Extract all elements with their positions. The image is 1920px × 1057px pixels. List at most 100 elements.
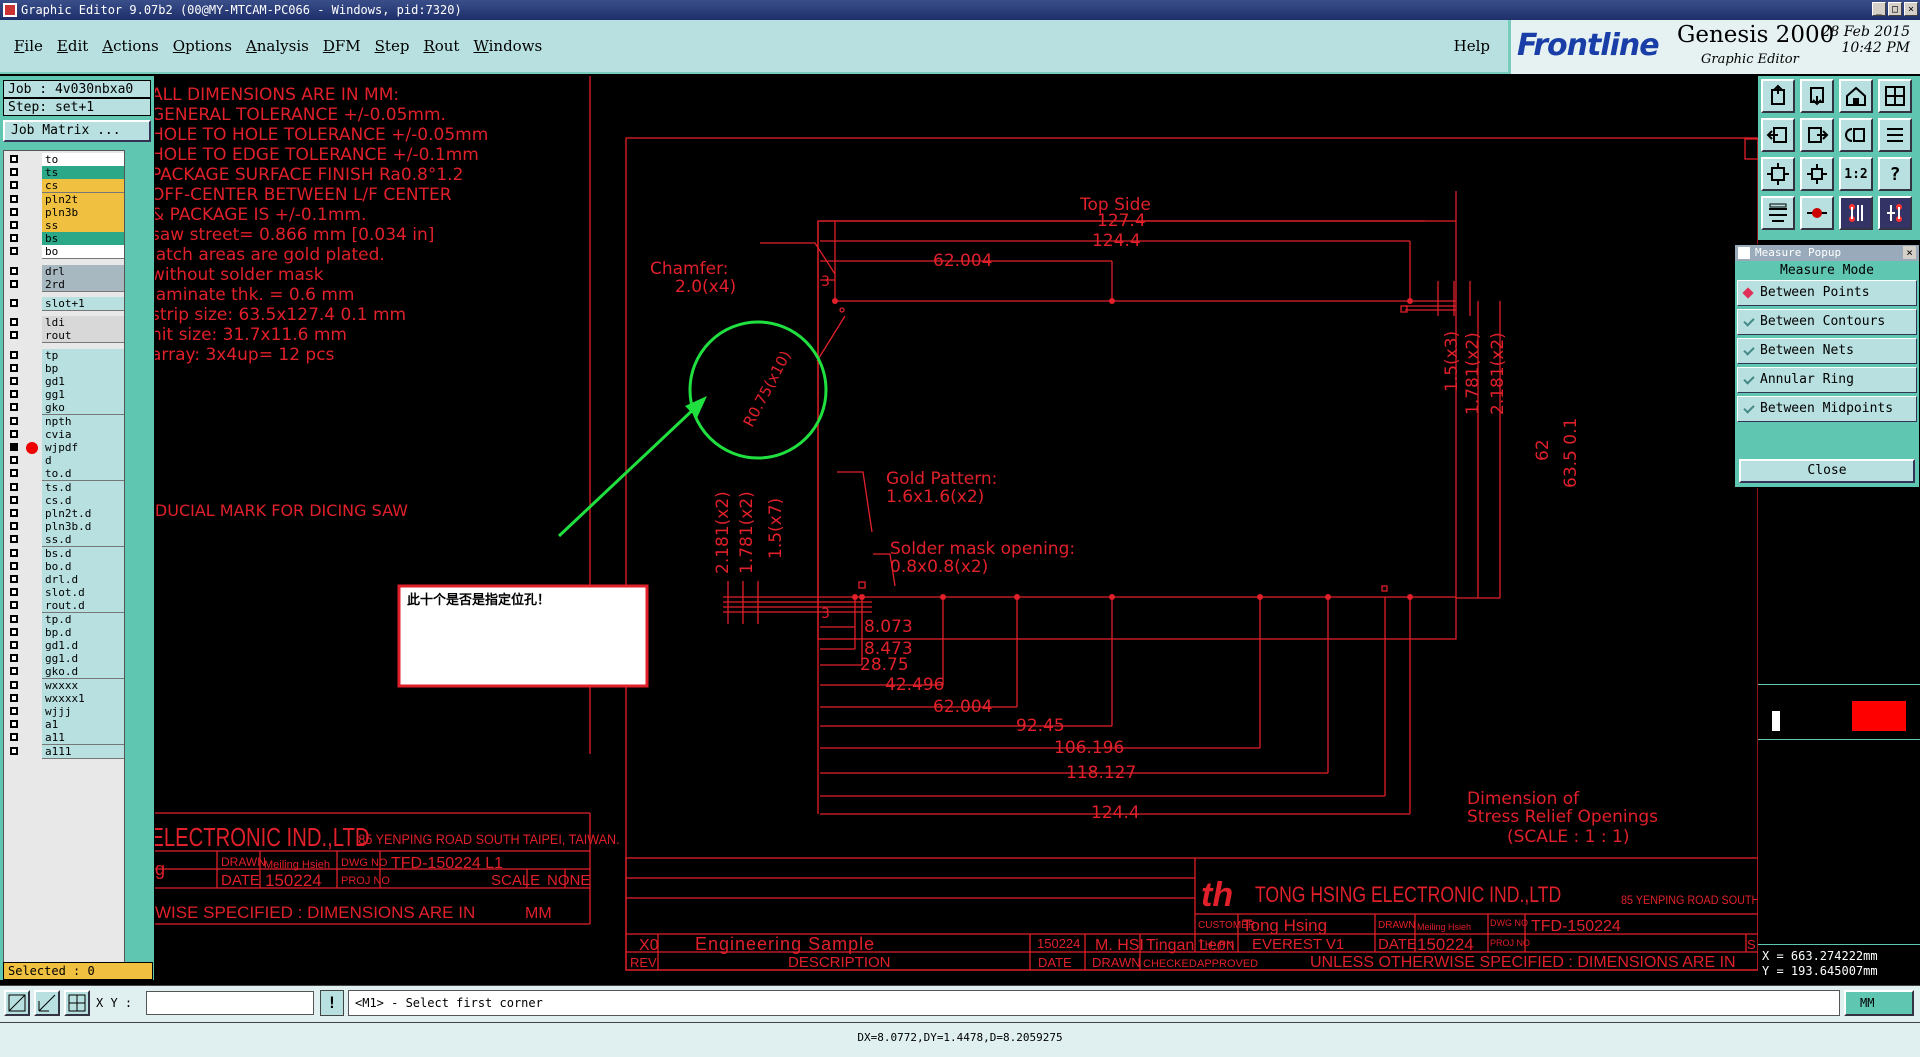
units-select[interactable]: MM xyxy=(1844,990,1914,1016)
layer-row[interactable]: cs xyxy=(4,179,124,194)
layer-checkbox[interactable] xyxy=(10,601,18,610)
layer-checkbox[interactable] xyxy=(10,416,18,425)
layer-row[interactable]: ss xyxy=(4,219,124,233)
layer-row[interactable]: to xyxy=(4,153,124,167)
alert-button[interactable]: ! xyxy=(320,990,344,1016)
mode-annular-ring[interactable]: Annular Ring xyxy=(1737,367,1917,393)
layer-checkbox[interactable] xyxy=(10,469,18,478)
layer-row[interactable]: wxxxx xyxy=(4,678,124,693)
layer-row[interactable]: a1 xyxy=(4,718,124,733)
mode-between-points[interactable]: Between Points xyxy=(1737,280,1917,306)
layer-row[interactable]: d xyxy=(4,454,124,469)
layer-checkbox[interactable] xyxy=(10,168,18,177)
menu-file[interactable]: File xyxy=(14,37,43,55)
layer-checkbox[interactable] xyxy=(10,247,18,256)
layer-row[interactable]: drl xyxy=(4,264,124,279)
layer-checkbox[interactable] xyxy=(10,403,18,412)
layer-checkbox[interactable] xyxy=(10,495,18,504)
layer-checkbox[interactable] xyxy=(10,733,18,742)
menu-dfm[interactable]: DFM xyxy=(323,37,361,55)
menu-rout[interactable]: Rout xyxy=(423,37,459,55)
layer-row[interactable]: tp.d xyxy=(4,612,124,627)
layer-row[interactable]: ss.d xyxy=(4,533,124,548)
layer-row[interactable]: gko.d xyxy=(4,665,124,680)
layer-checkbox[interactable] xyxy=(10,509,18,517)
layer-checkbox[interactable] xyxy=(10,654,18,663)
menu-step[interactable]: Step xyxy=(375,37,410,55)
close-window-button[interactable]: × xyxy=(1904,2,1918,16)
pan-button[interactable] xyxy=(1800,157,1834,191)
layer-row[interactable]: gd1.d xyxy=(4,639,124,653)
mode-between-contours[interactable]: Between Contours xyxy=(1737,309,1917,335)
overview-window[interactable] xyxy=(1758,684,1920,740)
grid-snap-button[interactable] xyxy=(64,990,90,1016)
layer-row[interactable]: a11 xyxy=(4,731,124,746)
layer-checkbox[interactable] xyxy=(10,194,18,203)
layer-checkbox[interactable] xyxy=(10,614,18,623)
layer-row[interactable]: tp xyxy=(4,348,124,363)
layer-row[interactable]: ts.d xyxy=(4,480,124,495)
layer-checkbox[interactable] xyxy=(10,279,18,288)
layer-checkbox[interactable] xyxy=(10,221,18,229)
layer-row[interactable]: to.d xyxy=(4,467,124,482)
menu-actions[interactable]: Actions xyxy=(102,37,158,55)
measure-close-button[interactable]: Close xyxy=(1739,459,1915,483)
menu-windows[interactable]: Windows xyxy=(473,37,542,55)
layer-row[interactable]: rout xyxy=(4,329,124,344)
mirror-button[interactable] xyxy=(1878,118,1912,152)
layer-row[interactable]: pln3b xyxy=(4,205,124,220)
layer-row[interactable]: bs xyxy=(4,232,124,247)
layer-row[interactable]: 2rd xyxy=(4,277,124,292)
layer-row[interactable]: rout.d xyxy=(4,599,124,614)
help-button[interactable]: ? xyxy=(1878,157,1912,191)
layer-checkbox[interactable] xyxy=(10,207,18,216)
layer-row[interactable]: drl.d xyxy=(4,573,124,587)
layer-row[interactable]: bo xyxy=(4,245,124,260)
pan-left-button[interactable] xyxy=(1761,118,1795,152)
layer-row[interactable]: pln2t xyxy=(4,192,124,207)
layer-row[interactable]: wjjj xyxy=(4,705,124,719)
layer-checkbox[interactable] xyxy=(10,234,18,243)
layer-row[interactable]: bp.d xyxy=(4,625,124,640)
layer-checkbox[interactable] xyxy=(10,641,18,649)
layer-checkbox[interactable] xyxy=(10,667,18,676)
layer-row[interactable]: bo.d xyxy=(4,559,124,574)
layer-checkbox[interactable] xyxy=(10,575,18,583)
layer-checkbox[interactable] xyxy=(10,561,18,570)
scale-button[interactable]: 1:2 xyxy=(1839,157,1873,191)
maximize-button[interactable]: □ xyxy=(1888,2,1902,16)
layer-row[interactable]: pln2t.d xyxy=(4,507,124,521)
nets-button[interactable] xyxy=(1839,196,1873,230)
layer-checkbox[interactable] xyxy=(10,331,18,340)
zoom-button[interactable] xyxy=(1800,79,1834,113)
layer-row[interactable]: gg1.d xyxy=(4,652,124,667)
layer-checkbox[interactable] xyxy=(10,720,18,729)
rotate-button[interactable] xyxy=(1839,118,1873,152)
layer-row[interactable]: cvia xyxy=(4,427,124,442)
layer-checkbox[interactable] xyxy=(10,377,18,385)
layer-checkbox[interactable] xyxy=(10,429,18,438)
snap-button[interactable] xyxy=(1800,196,1834,230)
fit-button[interactable] xyxy=(1761,157,1795,191)
job-matrix-button[interactable]: Job Matrix ... xyxy=(3,120,151,142)
layer-checkbox[interactable] xyxy=(10,266,18,275)
layer-checkbox[interactable] xyxy=(10,155,18,163)
layer-row[interactable]: gd1 xyxy=(4,375,124,389)
layer-checkbox[interactable] xyxy=(10,627,18,636)
layer-row[interactable]: slot+1 xyxy=(4,297,124,311)
drc-button[interactable] xyxy=(1878,196,1912,230)
layer-checkbox[interactable] xyxy=(10,693,18,702)
layer-checkbox[interactable] xyxy=(10,482,18,491)
layer-row[interactable]: gg1 xyxy=(4,388,124,403)
layer-row[interactable]: bp xyxy=(4,361,124,376)
layer-scrollbar[interactable] xyxy=(127,150,151,964)
xy-input[interactable] xyxy=(146,991,314,1015)
layer-checkbox[interactable] xyxy=(10,181,18,190)
layer-checkbox[interactable] xyxy=(10,680,18,689)
layer-checkbox[interactable] xyxy=(10,548,18,557)
home-view-button[interactable] xyxy=(1761,79,1795,113)
layer-checkbox[interactable] xyxy=(10,350,18,359)
layer-button[interactable] xyxy=(1761,196,1795,230)
layer-checkbox[interactable] xyxy=(10,746,18,755)
grid-button[interactable] xyxy=(1878,79,1912,113)
